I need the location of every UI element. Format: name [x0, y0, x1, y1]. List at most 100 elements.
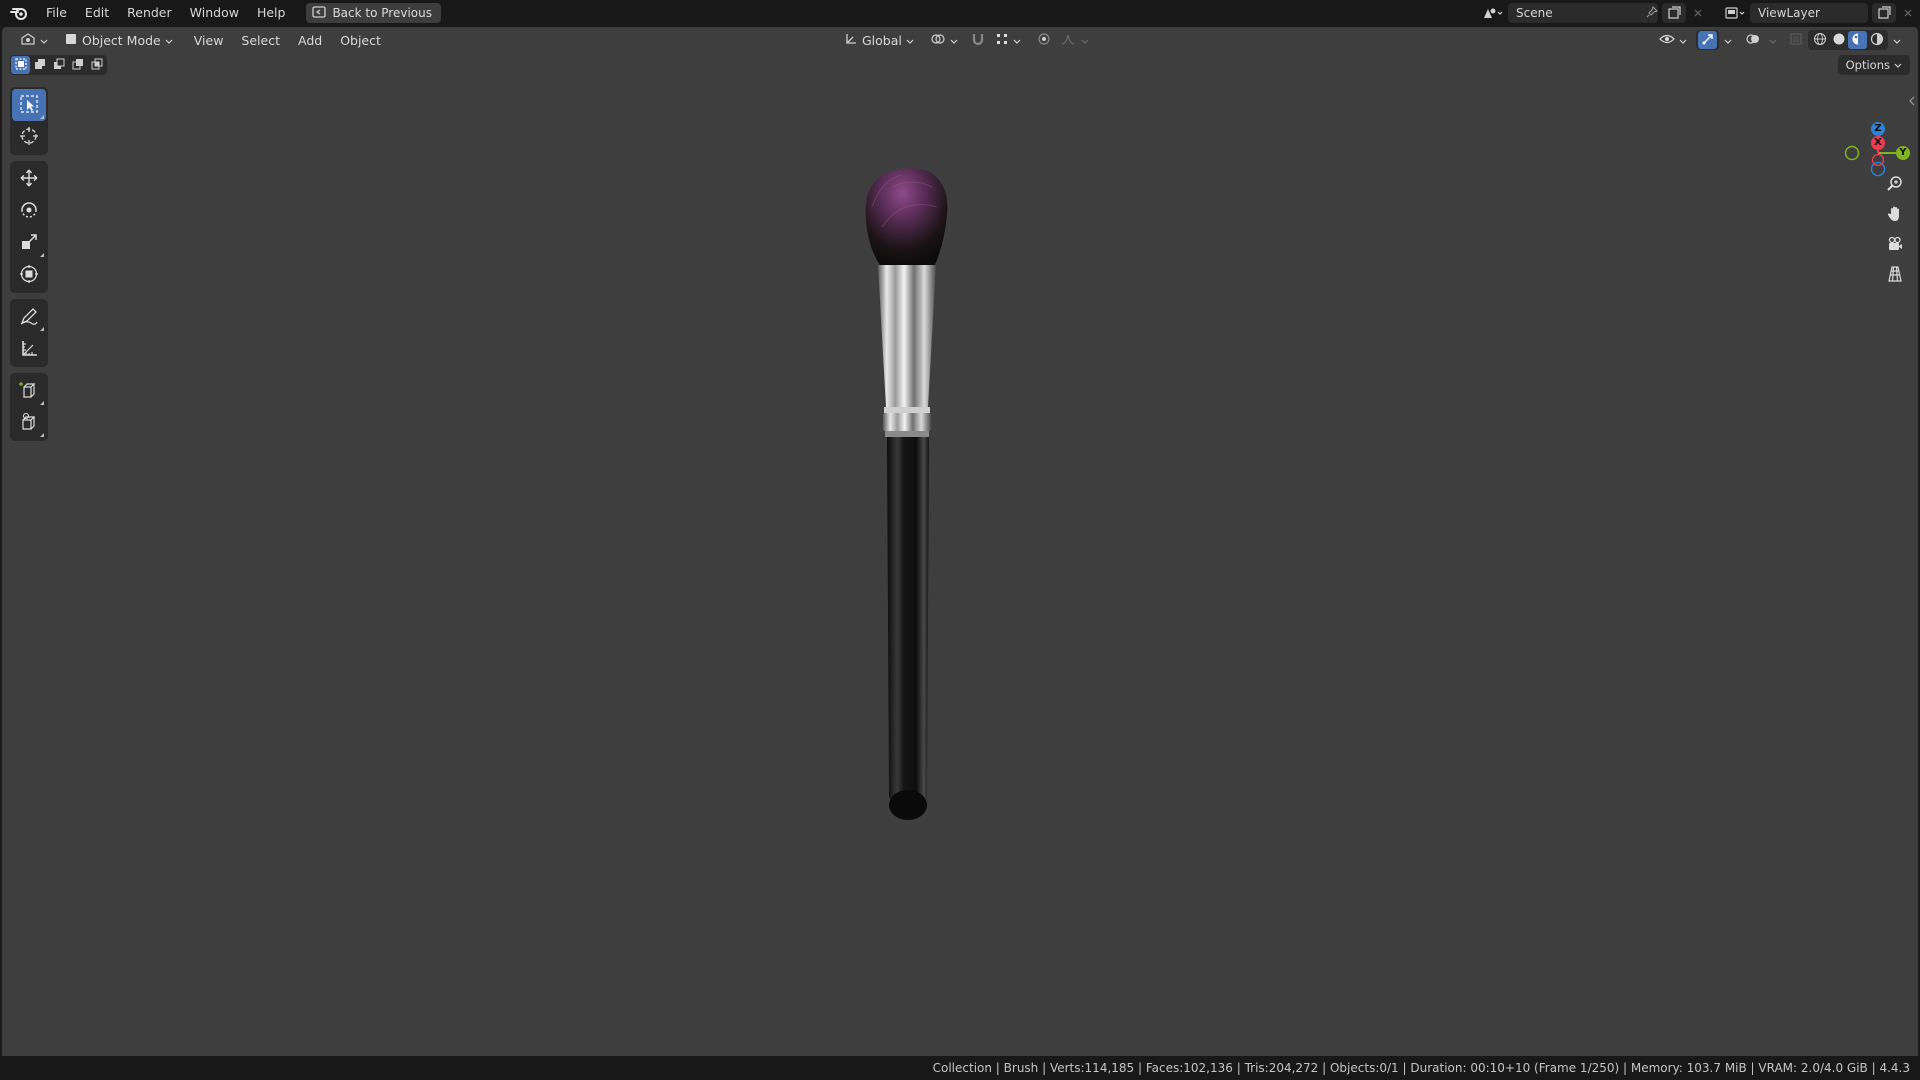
proportional-editing-toggle[interactable]	[1034, 29, 1054, 51]
screen-back-icon	[312, 5, 327, 21]
object-mode-icon	[64, 32, 78, 49]
falloff-curve-icon	[1061, 32, 1077, 49]
menu-object[interactable]: Object	[331, 33, 390, 48]
wireframe-sphere-icon	[1813, 32, 1827, 49]
xray-toggle[interactable]	[1786, 29, 1806, 51]
shading-dropdown[interactable]	[1890, 29, 1904, 51]
annotate-pencil-icon	[19, 306, 39, 329]
tool-variants-indicator	[40, 115, 44, 119]
view-layer-selector-icon[interactable]	[1720, 3, 1750, 23]
transform-orientation-dropdown[interactable]: Global	[838, 29, 920, 51]
back-to-previous-button[interactable]: Back to Previous	[306, 3, 441, 23]
scene-name: Scene	[1516, 6, 1553, 20]
gizmo-axis-x[interactable]: X	[1871, 136, 1885, 150]
overlays-dropdown[interactable]	[1766, 29, 1780, 51]
solid-shading-button[interactable]	[1829, 31, 1848, 49]
transform-orientation-label: Global	[862, 32, 902, 48]
chevron-down-icon	[165, 33, 173, 48]
gizmo-axis-y[interactable]: Y	[1896, 146, 1910, 160]
new-scene-icon[interactable]	[1662, 3, 1686, 23]
view-layer-field[interactable]: ViewLayer	[1750, 3, 1868, 23]
solid-sphere-icon	[1832, 32, 1846, 49]
material-preview-shading-button[interactable]	[1848, 31, 1867, 49]
visibility-dropdown[interactable]	[1656, 29, 1690, 51]
tool-move[interactable]	[12, 163, 46, 195]
show-overlays-toggle[interactable]	[1743, 31, 1762, 49]
scene-name-field[interactable]: Scene	[1508, 3, 1659, 23]
3d-viewport[interactable]: Object Mode View Select Add Object Globa…	[0, 26, 1920, 1056]
select-new-button[interactable]	[11, 56, 30, 74]
tool-group-transform	[10, 161, 48, 293]
tool-transform[interactable]	[12, 259, 46, 291]
menu-add[interactable]: Add	[289, 33, 331, 48]
snap-toggle[interactable]	[968, 29, 988, 51]
grid-perspective-icon	[1886, 265, 1904, 286]
sidebar-toggle-arrow[interactable]	[1908, 95, 1916, 107]
pivot-point-dropdown[interactable]	[924, 29, 964, 51]
tool-add-cube[interactable]	[12, 375, 46, 407]
menu-window[interactable]: Window	[181, 0, 248, 26]
tool-group-annotate	[10, 299, 48, 367]
delete-scene-icon[interactable]	[1686, 3, 1710, 23]
transform-icon	[19, 264, 39, 287]
wireframe-shading-button[interactable]	[1810, 31, 1829, 49]
gizmo-icon	[1701, 32, 1715, 49]
tool-rotate[interactable]	[12, 195, 46, 227]
proportional-falloff-dropdown[interactable]	[1058, 29, 1092, 51]
overlays-icon	[1745, 32, 1760, 49]
menu-render[interactable]: Render	[118, 0, 181, 26]
delete-view-layer-icon[interactable]	[1896, 3, 1920, 23]
eye-icon	[1659, 33, 1675, 48]
camera-view-button[interactable]	[1882, 232, 1908, 258]
top-menu-bar: File Edit Render Window Help Back to Pre…	[0, 0, 1920, 26]
pin-icon[interactable]	[1646, 5, 1659, 21]
gizmo-dropdown[interactable]	[1721, 29, 1735, 51]
tool-group-select	[10, 87, 48, 155]
snap-increment-icon	[995, 32, 1009, 49]
gizmo-axis-z[interactable]: Z	[1871, 122, 1885, 136]
orientation-axes-icon	[844, 32, 858, 49]
tool-select-box[interactable]	[12, 89, 46, 121]
add-cube-icon	[19, 380, 39, 403]
show-gizmo-toggle[interactable]	[1698, 31, 1717, 49]
tool-annotate[interactable]	[12, 301, 46, 333]
3d-viewport-icon	[20, 32, 36, 49]
magnet-icon	[971, 32, 985, 49]
add-object-icon	[19, 412, 39, 435]
toggle-perspective-button[interactable]	[1882, 262, 1908, 288]
gizmo-toggle-group	[1696, 30, 1719, 50]
interaction-mode-label: Object Mode	[82, 32, 161, 48]
editor-type-selector[interactable]	[14, 29, 54, 51]
menu-file[interactable]: File	[37, 0, 76, 26]
measure-ruler-icon	[19, 338, 39, 361]
snap-target-dropdown[interactable]	[992, 29, 1024, 51]
menu-view[interactable]: View	[185, 33, 233, 48]
rendered-shading-button[interactable]	[1867, 31, 1886, 49]
select-invert-button[interactable]	[68, 56, 87, 74]
new-view-layer-icon[interactable]	[1872, 3, 1896, 23]
blender-logo-icon[interactable]	[9, 3, 29, 23]
tool-add-object[interactable]	[12, 407, 46, 439]
menu-select[interactable]: Select	[232, 33, 289, 48]
chevron-down-icon	[906, 33, 914, 48]
rendered-sphere-icon	[1870, 32, 1884, 49]
menu-edit[interactable]: Edit	[76, 0, 118, 26]
tool-shelf	[10, 87, 48, 447]
tool-measure[interactable]	[12, 333, 46, 365]
tool-scale[interactable]	[12, 227, 46, 259]
select-new-icon	[14, 57, 27, 73]
chevron-down-icon	[40, 33, 48, 48]
chevron-down-icon	[950, 33, 958, 48]
tool-cursor[interactable]	[12, 121, 46, 153]
select-extend-button[interactable]	[30, 56, 49, 74]
menu-help[interactable]: Help	[248, 0, 295, 26]
pan-view-button[interactable]	[1882, 202, 1908, 228]
options-dropdown[interactable]: Options	[1837, 55, 1910, 75]
zoom-view-button[interactable]	[1882, 172, 1908, 198]
scene-selector-icon[interactable]	[1478, 3, 1508, 23]
select-subtract-button[interactable]	[49, 56, 68, 74]
makeup-brush-model[interactable]	[852, 157, 972, 840]
select-intersect-button[interactable]	[87, 56, 106, 74]
interaction-mode-dropdown[interactable]: Object Mode	[58, 29, 179, 51]
select-subtract-icon	[53, 58, 65, 73]
